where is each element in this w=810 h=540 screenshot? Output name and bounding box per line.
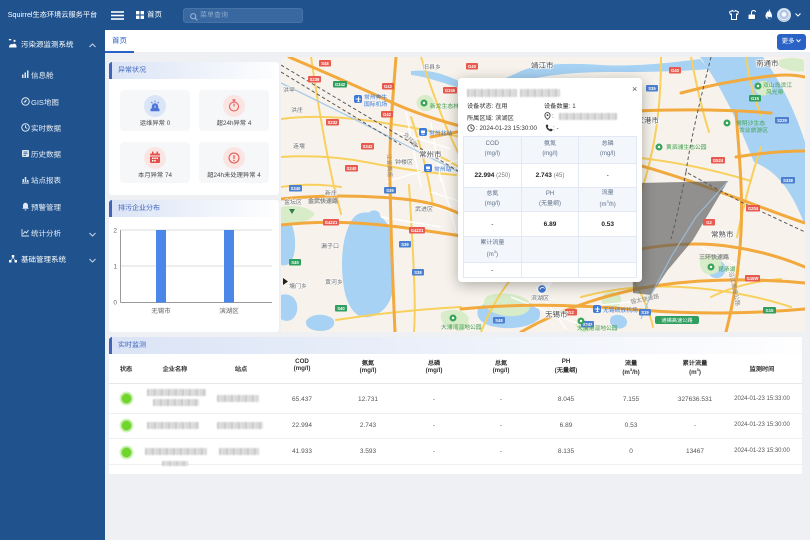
- svg-text:金武快速路: 金武快速路: [307, 197, 339, 205]
- svg-text:常阴沙生态: 常阴沙生态: [736, 120, 765, 127]
- svg-text:G2: G2: [568, 310, 574, 315]
- svg-text:连堰: 连堰: [293, 142, 305, 150]
- svg-text:金坛区: 金坛区: [284, 198, 302, 206]
- svg-text:国际机场: 国际机场: [364, 101, 387, 108]
- svg-text:G42: G42: [383, 112, 392, 117]
- svg-text:靖江市: 靖江市: [531, 61, 554, 70]
- svg-text:洪庄: 洪庄: [291, 106, 303, 114]
- svg-text:S48: S48: [495, 318, 503, 323]
- svg-text:G4221: G4221: [325, 220, 338, 225]
- svg-text:S229: S229: [777, 118, 787, 123]
- svg-text:漏子口: 漏子口: [321, 243, 339, 250]
- svg-text:昆承湖: 昆承湖: [718, 266, 736, 273]
- svg-text:S338: S338: [783, 178, 793, 183]
- svg-text:无锡硕放机场: 无锡硕放机场: [603, 307, 638, 314]
- svg-text:常州站: 常州站: [434, 166, 452, 173]
- svg-text:新龙生态林: 新龙生态林: [430, 103, 459, 110]
- svg-text:常州北站: 常州北站: [429, 130, 452, 137]
- svg-text:G15: G15: [766, 308, 775, 313]
- svg-text:S40: S40: [337, 306, 345, 311]
- svg-text:黄泗浦生态公园: 黄泗浦生态公园: [666, 144, 707, 151]
- svg-text:S340: S340: [291, 186, 301, 191]
- svg-text:G524: G524: [713, 158, 724, 163]
- svg-text:新庄: 新庄: [325, 189, 337, 197]
- svg-text:江宜高速: 江宜高速: [385, 154, 393, 178]
- svg-text:G40: G40: [468, 64, 477, 69]
- svg-text:S239: S239: [310, 77, 320, 82]
- svg-text:1: 1: [113, 264, 117, 271]
- svg-text:S45: S45: [291, 260, 299, 265]
- svg-text:S232: S232: [328, 120, 338, 125]
- svg-text:滨湖区: 滨湖区: [531, 294, 549, 302]
- svg-text:钟楼区: 钟楼区: [395, 158, 413, 166]
- svg-text:2: 2: [113, 228, 117, 235]
- svg-text:黄河乡: 黄河乡: [325, 278, 343, 286]
- svg-text:G342: G342: [335, 82, 346, 87]
- svg-text:G204: G204: [748, 206, 759, 211]
- svg-text:S240: S240: [347, 166, 357, 171]
- svg-text:农业旅游区: 农业旅游区: [739, 127, 768, 134]
- svg-text:洪甲: 洪甲: [283, 87, 295, 94]
- svg-text:常州市: 常州市: [419, 150, 442, 159]
- svg-text:常熟市: 常熟市: [711, 230, 734, 239]
- svg-text:塘门乡: 塘门乡: [289, 282, 307, 290]
- svg-text:大浦湾湿地公园: 大浦湾湿地公园: [441, 324, 482, 331]
- svg-text:三环快速路: 三环快速路: [699, 253, 730, 261]
- svg-text:大溪港湿地公园: 大溪港湿地公园: [577, 325, 618, 332]
- svg-text:G15: G15: [751, 96, 760, 101]
- svg-text:S35: S35: [648, 86, 656, 91]
- svg-text:武进区: 武进区: [415, 206, 433, 213]
- svg-text:G4221: G4221: [411, 228, 424, 233]
- svg-text:S19: S19: [641, 310, 649, 315]
- svg-text:S39: S39: [401, 242, 409, 247]
- svg-text:G40: G40: [671, 68, 680, 73]
- svg-text:S48: S48: [321, 61, 329, 66]
- svg-text:无锡市: 无锡市: [151, 307, 171, 315]
- svg-text:风光带: 风光带: [766, 89, 784, 96]
- svg-text:S38: S38: [414, 270, 422, 275]
- svg-text:滨湖区: 滨湖区: [219, 307, 239, 315]
- svg-text:常州奔牛: 常州奔牛: [364, 94, 387, 101]
- svg-text:S39: S39: [386, 188, 394, 193]
- svg-text:南通市: 南通市: [756, 59, 779, 68]
- svg-text:双山岛滨江: 双山岛滨江: [763, 82, 792, 89]
- svg-text:通锡高速公路: 通锡高速公路: [661, 317, 693, 324]
- svg-text:G42: G42: [384, 84, 393, 89]
- svg-text:G346: G346: [445, 88, 456, 93]
- svg-text:无锡市: 无锡市: [545, 310, 568, 319]
- svg-text:0: 0: [113, 300, 117, 307]
- svg-text:旧县乡: 旧县乡: [423, 63, 441, 71]
- svg-text:G2: G2: [706, 220, 712, 225]
- svg-text:S342: S342: [363, 144, 373, 149]
- svg-text:G15W: G15W: [747, 276, 759, 281]
